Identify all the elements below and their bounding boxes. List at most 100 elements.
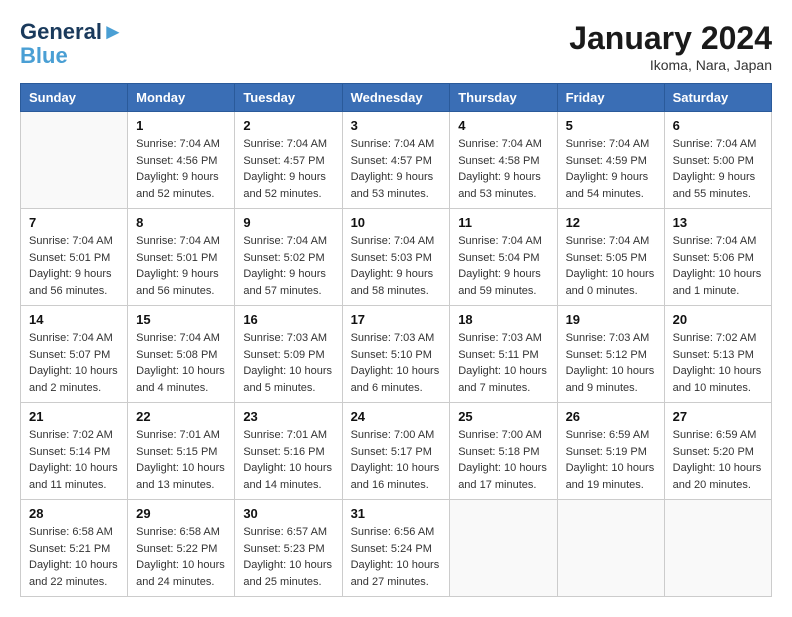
day-info: Sunrise: 7:04 AMSunset: 5:02 PMDaylight:… <box>243 233 333 299</box>
day-info: Sunrise: 7:04 AMSunset: 5:01 PMDaylight:… <box>29 233 119 299</box>
calendar-week-row: 21 Sunrise: 7:02 AMSunset: 5:14 PMDayligh… <box>21 403 772 500</box>
day-number: 25 <box>458 409 548 424</box>
calendar-cell <box>450 500 557 597</box>
day-number: 31 <box>351 506 442 521</box>
weekday-header-monday: Monday <box>128 84 235 112</box>
calendar-cell: 25 Sunrise: 7:00 AMSunset: 5:18 PMDayligh… <box>450 403 557 500</box>
day-number: 10 <box>351 215 442 230</box>
calendar-cell: 31 Sunrise: 6:56 AMSunset: 5:24 PMDayligh… <box>342 500 450 597</box>
day-number: 7 <box>29 215 119 230</box>
calendar-cell: 3 Sunrise: 7:04 AMSunset: 4:57 PMDaylight… <box>342 112 450 209</box>
day-info: Sunrise: 6:59 AMSunset: 5:20 PMDaylight:… <box>673 427 763 493</box>
calendar-header-row: SundayMondayTuesdayWednesdayThursdayFrid… <box>21 84 772 112</box>
day-info: Sunrise: 6:58 AMSunset: 5:21 PMDaylight:… <box>29 524 119 590</box>
calendar-cell: 7 Sunrise: 7:04 AMSunset: 5:01 PMDaylight… <box>21 209 128 306</box>
calendar-cell: 21 Sunrise: 7:02 AMSunset: 5:14 PMDayligh… <box>21 403 128 500</box>
weekday-header-sunday: Sunday <box>21 84 128 112</box>
day-number: 13 <box>673 215 763 230</box>
calendar-cell: 12Sunrise: 7:04 AMSunset: 5:05 PMDayligh… <box>557 209 664 306</box>
calendar-cell: 8 Sunrise: 7:04 AMSunset: 5:01 PMDaylight… <box>128 209 235 306</box>
day-number: 17 <box>351 312 442 327</box>
day-number: 26 <box>566 409 656 424</box>
day-info: Sunrise: 7:01 AMSunset: 5:16 PMDaylight:… <box>243 427 333 493</box>
calendar-cell <box>21 112 128 209</box>
day-info: Sunrise: 6:56 AMSunset: 5:24 PMDaylight:… <box>351 524 442 590</box>
calendar-cell: 9Sunrise: 7:04 AMSunset: 5:02 PMDaylight… <box>235 209 342 306</box>
calendar-cell: 10Sunrise: 7:04 AMSunset: 5:03 PMDayligh… <box>342 209 450 306</box>
day-info: Sunrise: 7:02 AMSunset: 5:13 PMDaylight:… <box>673 330 763 396</box>
day-info: Sunrise: 7:04 AMSunset: 5:08 PMDaylight:… <box>136 330 226 396</box>
calendar-cell: 15 Sunrise: 7:04 AMSunset: 5:08 PMDayligh… <box>128 306 235 403</box>
day-info: Sunrise: 7:04 AMSunset: 4:59 PMDaylight:… <box>566 136 656 202</box>
day-info: Sunrise: 6:58 AMSunset: 5:22 PMDaylight:… <box>136 524 226 590</box>
day-info: Sunrise: 7:04 AMSunset: 5:00 PMDaylight:… <box>673 136 763 202</box>
calendar-cell: 29Sunrise: 6:58 AMSunset: 5:22 PMDayligh… <box>128 500 235 597</box>
day-number: 23 <box>243 409 333 424</box>
day-info: Sunrise: 7:03 AMSunset: 5:10 PMDaylight:… <box>351 330 442 396</box>
day-info: Sunrise: 7:01 AMSunset: 5:15 PMDaylight:… <box>136 427 226 493</box>
calendar-week-row: 28 Sunrise: 6:58 AMSunset: 5:21 PMDayligh… <box>21 500 772 597</box>
calendar-cell: 11 Sunrise: 7:04 AMSunset: 5:04 PMDayligh… <box>450 209 557 306</box>
day-info: Sunrise: 7:04 AMSunset: 5:06 PMDaylight:… <box>673 233 763 299</box>
calendar-cell: 19 Sunrise: 7:03 AMSunset: 5:12 PMDayligh… <box>557 306 664 403</box>
day-number: 3 <box>351 118 442 133</box>
day-number: 12 <box>566 215 656 230</box>
calendar-week-row: 14 Sunrise: 7:04 AMSunset: 5:07 PMDayligh… <box>21 306 772 403</box>
day-number: 4 <box>458 118 548 133</box>
day-info: Sunrise: 7:04 AMSunset: 5:07 PMDaylight:… <box>29 330 119 396</box>
day-number: 22 <box>136 409 226 424</box>
day-info: Sunrise: 6:57 AMSunset: 5:23 PMDaylight:… <box>243 524 333 590</box>
calendar-cell: 13 Sunrise: 7:04 AMSunset: 5:06 PMDayligh… <box>664 209 771 306</box>
calendar-cell: 30 Sunrise: 6:57 AMSunset: 5:23 PMDayligh… <box>235 500 342 597</box>
day-info: Sunrise: 7:04 AMSunset: 4:58 PMDaylight:… <box>458 136 548 202</box>
calendar-cell <box>557 500 664 597</box>
day-number: 6 <box>673 118 763 133</box>
day-number: 28 <box>29 506 119 521</box>
weekday-header-friday: Friday <box>557 84 664 112</box>
day-number: 11 <box>458 215 548 230</box>
day-info: Sunrise: 7:04 AMSunset: 4:57 PMDaylight:… <box>351 136 442 202</box>
page-header: General►Blue January 2024 Ikoma, Nara, J… <box>20 20 772 73</box>
weekday-header-saturday: Saturday <box>664 84 771 112</box>
day-number: 15 <box>136 312 226 327</box>
calendar-cell: 24Sunrise: 7:00 AMSunset: 5:17 PMDayligh… <box>342 403 450 500</box>
calendar-cell <box>664 500 771 597</box>
day-info: Sunrise: 7:04 AMSunset: 5:04 PMDaylight:… <box>458 233 548 299</box>
calendar-cell: 16Sunrise: 7:03 AMSunset: 5:09 PMDayligh… <box>235 306 342 403</box>
calendar-week-row: 1 Sunrise: 7:04 AMSunset: 4:56 PMDaylight… <box>21 112 772 209</box>
day-number: 21 <box>29 409 119 424</box>
day-number: 14 <box>29 312 119 327</box>
day-info: Sunrise: 7:04 AMSunset: 4:56 PMDaylight:… <box>136 136 226 202</box>
day-number: 1 <box>136 118 226 133</box>
calendar-cell: 20 Sunrise: 7:02 AMSunset: 5:13 PMDayligh… <box>664 306 771 403</box>
calendar-cell: 5 Sunrise: 7:04 AMSunset: 4:59 PMDaylight… <box>557 112 664 209</box>
title-block: January 2024 Ikoma, Nara, Japan <box>569 20 772 73</box>
weekday-header-wednesday: Wednesday <box>342 84 450 112</box>
calendar-cell: 26 Sunrise: 6:59 AMSunset: 5:19 PMDayligh… <box>557 403 664 500</box>
calendar-cell: 4 Sunrise: 7:04 AMSunset: 4:58 PMDaylight… <box>450 112 557 209</box>
calendar-cell: 22 Sunrise: 7:01 AMSunset: 5:15 PMDayligh… <box>128 403 235 500</box>
day-number: 30 <box>243 506 333 521</box>
calendar-cell: 28 Sunrise: 6:58 AMSunset: 5:21 PMDayligh… <box>21 500 128 597</box>
location: Ikoma, Nara, Japan <box>569 57 772 73</box>
calendar-table: SundayMondayTuesdayWednesdayThursdayFrid… <box>20 83 772 597</box>
day-info: Sunrise: 7:02 AMSunset: 5:14 PMDaylight:… <box>29 427 119 493</box>
day-info: Sunrise: 7:03 AMSunset: 5:12 PMDaylight:… <box>566 330 656 396</box>
day-info: Sunrise: 7:03 AMSunset: 5:09 PMDaylight:… <box>243 330 333 396</box>
logo: General►Blue <box>20 20 124 68</box>
logo-text: General►Blue <box>20 20 124 68</box>
calendar-week-row: 7 Sunrise: 7:04 AMSunset: 5:01 PMDaylight… <box>21 209 772 306</box>
day-info: Sunrise: 7:00 AMSunset: 5:17 PMDaylight:… <box>351 427 442 493</box>
calendar-cell: 23 Sunrise: 7:01 AMSunset: 5:16 PMDayligh… <box>235 403 342 500</box>
day-number: 19 <box>566 312 656 327</box>
day-number: 8 <box>136 215 226 230</box>
month-title: January 2024 <box>569 20 772 57</box>
day-number: 20 <box>673 312 763 327</box>
day-info: Sunrise: 7:04 AMSunset: 5:01 PMDaylight:… <box>136 233 226 299</box>
weekday-header-tuesday: Tuesday <box>235 84 342 112</box>
day-info: Sunrise: 6:59 AMSunset: 5:19 PMDaylight:… <box>566 427 656 493</box>
day-number: 5 <box>566 118 656 133</box>
day-info: Sunrise: 7:00 AMSunset: 5:18 PMDaylight:… <box>458 427 548 493</box>
calendar-cell: 17 Sunrise: 7:03 AMSunset: 5:10 PMDayligh… <box>342 306 450 403</box>
day-number: 2 <box>243 118 333 133</box>
